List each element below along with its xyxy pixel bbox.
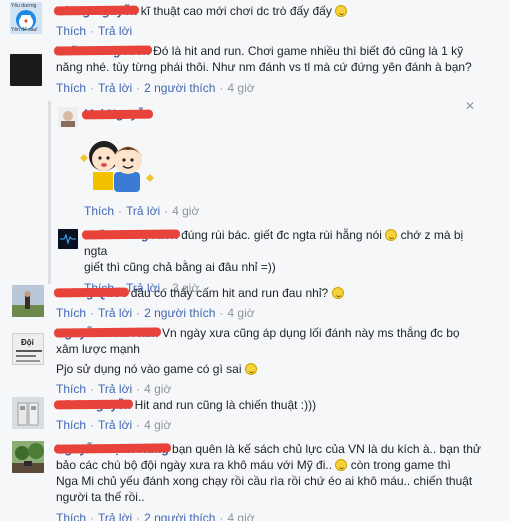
comment-author[interactable]: Minh Nguyễn [53,397,134,413]
avatar[interactable] [58,229,78,249]
reply-author[interactable]: Tuấn Trung Kiên [81,227,180,243]
like-link[interactable]: Thích [56,306,86,320]
avatar[interactable] [12,441,44,473]
comment-text: bạn quên là kế sách chủ lực của VN là du… [172,442,481,456]
comment-author[interactable]: Giang Nguyễn [53,3,140,19]
reply-thread-bar [48,101,51,284]
avatar[interactable] [58,107,78,127]
likes-count[interactable]: 2 người thích [144,81,215,95]
close-icon[interactable]: ✕ [465,100,475,112]
reply-link[interactable]: Trả lời [98,306,132,320]
reply-link[interactable]: Trả lời [98,382,132,396]
comment: Nguyễn Mạnh Hùng bạn quên là kế sách chủ… [53,441,506,521]
avatar[interactable] [10,54,42,86]
avatar[interactable]: Đội [12,333,44,365]
reply-link[interactable]: Trả lời [98,81,132,95]
comment-text: kĩ thuật cao mới chơi dc trò đấy đấy [140,4,332,18]
like-link[interactable]: Thích [84,204,114,218]
comment: Minh Nguyễn Hit and run cũng là chiến th… [53,397,496,433]
redaction-mark [53,443,171,454]
timestamp[interactable]: 4 giờ [172,204,199,218]
grin-emoji-icon [331,287,344,299]
comment-text: Nga Mi chủ yếu đánh xong chạy rồi cầu rì… [56,474,473,488]
redaction-mark [53,5,140,16]
comment-author[interactable]: Tuấn Trung Kiên [53,43,152,59]
redaction-mark [53,45,152,56]
reply-link[interactable]: Trả lời [98,24,132,38]
comment-text: người ta thế rồi.. [56,490,145,504]
comment: Nguyễn Hoài Nam Vn ngày xưa cũng áp dụng… [53,325,496,397]
reply-link[interactable]: Trả lời [98,418,132,432]
sticker-image [76,128,158,198]
timestamp[interactable]: 4 giờ [144,418,171,432]
comment-text: Vn ngày xưa cũng áp dụng lối đánh này ms… [162,326,460,340]
reply-actions: Thích · Trả lời · 4 giờ [84,204,200,218]
comment-text: bảo các chú bộ đội ngày xưa ra khô máu v… [56,458,333,472]
avatar[interactable]: Yêu dương Yên để sau! [10,2,42,34]
reply-link[interactable]: Trả lời [126,204,160,218]
redaction-mark [81,229,180,240]
redaction-mark [81,109,154,120]
likes-count[interactable]: 2 người thích [144,511,215,521]
reply-author[interactable]: Mai Nguyễn [81,107,154,121]
smile-emoji-icon [335,459,348,471]
like-link[interactable]: Thích [56,24,86,38]
avatar-caption: Yên để sau! [11,27,38,33]
like-link[interactable]: Thích [56,81,86,95]
comment: Giang Nguyễn kĩ thuật cao mới chơi dc tr… [53,3,496,39]
comment-author[interactable]: Nguyễn Mạnh Hùng [53,441,171,457]
like-link[interactable]: Thích [56,511,86,521]
redaction-mark [53,327,161,338]
grin-emoji-icon [244,363,257,375]
reply: Mai Nguyễn [81,107,154,121]
avatar-caption: Yêu dương [11,3,37,9]
reply-text: giết thì cũng chả bằng ai đâu nhỉ =)) [84,260,276,274]
reply-text: đúng rùi bác. giết đc ngta rùi hẵng nói [181,228,382,242]
timestamp[interactable]: 4 giờ [227,306,254,320]
comment-text: xâm lược mạnh [56,342,140,356]
avatar[interactable] [12,397,44,429]
comment-text: Đó là hit and run. Chơi game nhiều thì b… [153,44,464,58]
comment: Tuấn Trung Kiên Đó là hit and run. Chơi … [53,43,496,96]
comment: Hoàng Quốc đâu có thấy cấm hit and run đ… [53,285,496,321]
comment-author[interactable]: Hoàng Quốc [53,285,130,301]
reply-link[interactable]: Trả lời [98,511,132,521]
redaction-mark [53,287,130,298]
timestamp[interactable]: 4 giờ [227,81,254,95]
grin-emoji-icon [385,229,398,241]
comment-text: Hit and run cũng là chiến thuật :))) [134,398,317,412]
like-link[interactable]: Thích [56,418,86,432]
timestamp[interactable]: 4 giờ [227,511,254,521]
comment-text: đâu có thấy cấm hit and run đau nhỉ? [130,286,329,300]
comment-text: năng nhé. tùy từng phái thôi. Như nm đán… [56,60,472,74]
like-link[interactable]: Thích [56,382,86,396]
redaction-mark [53,399,134,410]
avatar[interactable] [12,285,44,317]
comment-author[interactable]: Nguyễn Hoài Nam [53,325,161,341]
comment-text: còn trong game thì [350,458,451,472]
timestamp[interactable]: 4 giờ [144,382,171,396]
grin-emoji-icon [335,5,348,17]
likes-count[interactable]: 2 người thích [144,306,215,320]
comment-text: Pjo sử dụng nó vào game có gì sai [56,362,242,376]
